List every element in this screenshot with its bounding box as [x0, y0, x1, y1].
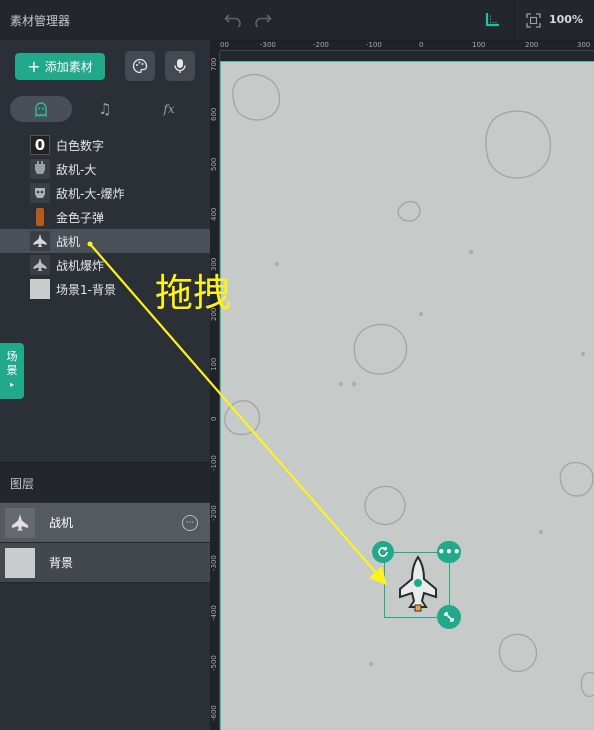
ruler-tick-label: -600 — [210, 705, 218, 721]
asset-item[interactable]: 0 白色数字 — [0, 133, 210, 157]
fit-screen-button[interactable] — [524, 10, 542, 30]
ghost-icon — [35, 101, 47, 117]
scene-tab-label-1: 场 — [6, 350, 18, 363]
palette-button[interactable] — [125, 51, 155, 81]
stage-area: 100% 00 -300 -200 -100 0 100 200 300 700 600 500 4… — [210, 0, 594, 730]
ruler-icon — [485, 13, 499, 27]
add-asset-label: 添加素材 — [44, 60, 93, 74]
ruler-tick-label: -400 — [210, 605, 218, 621]
vertical-ruler: 700 600 500 400 300 200 100 0 -100 -200 -300 -400 -5… — [210, 51, 220, 730]
background-thumbnail — [5, 547, 35, 578]
ruler-tick-label: 400 — [210, 207, 218, 221]
plane-thumbnail — [30, 231, 50, 251]
rotate-icon — [378, 547, 388, 557]
asset-label: 白色数字 — [56, 138, 105, 153]
layers-panel-header: 图层 — [0, 462, 210, 502]
asset-label: 敌机-大 — [56, 162, 97, 177]
ruler-tick-label: 100 — [472, 41, 486, 49]
ruler-corner — [210, 41, 220, 51]
tab-functions[interactable]: fx — [158, 96, 180, 122]
drag-annotation-label: 拖拽 — [155, 271, 232, 315]
toolbar-divider — [514, 0, 515, 41]
asset-label: 战机爆炸 — [56, 258, 105, 273]
digit-thumbnail: 0 — [30, 135, 50, 155]
ruler-tick-label: -300 — [260, 41, 276, 49]
asset-panel-title: 素材管理器 — [10, 14, 71, 28]
resize-icon — [444, 612, 454, 622]
ruler-tick-label: 0 — [419, 41, 424, 49]
asset-manager-panel: 素材管理器 + 添加素材 ♫ fx 0 白色数字 敌机-大 敌机-大-爆炸 金色… — [0, 0, 210, 730]
plus-icon: + — [27, 56, 41, 76]
tab-sounds[interactable]: ♫ — [92, 96, 118, 122]
asset-label: 金色子弹 — [56, 210, 105, 225]
ellipsis-icon: ••• — [437, 545, 461, 559]
ruler-tick-label: 300 — [577, 41, 591, 49]
asset-item[interactable]: 金色子弹 — [0, 205, 210, 229]
music-note-icon: ♫ — [98, 100, 112, 118]
undo-icon — [224, 14, 241, 27]
ruler-tick-label: 0 — [210, 416, 218, 421]
asset-type-tabs: ♫ fx — [0, 96, 210, 126]
enemy-thumbnail — [30, 159, 50, 179]
rotate-handle[interactable] — [372, 541, 394, 563]
bullet-thumbnail — [30, 207, 50, 227]
tab-costumes[interactable] — [10, 96, 72, 122]
ruler-tick-label: 700 — [210, 57, 218, 71]
layer-label: 背景 — [49, 556, 74, 570]
ruler-tick-label: -100 — [366, 41, 382, 49]
background-asteroids — [224, 73, 594, 698]
ruler-tick-label: 100 — [210, 357, 218, 371]
layer-item[interactable]: 背景 — [0, 543, 210, 583]
ruler-tick-label: -500 — [210, 655, 218, 671]
record-button[interactable] — [165, 51, 195, 81]
fx-icon: fx — [163, 102, 175, 116]
more-options-handle[interactable]: ••• — [437, 541, 461, 563]
ruler-tick-label: -100 — [210, 455, 218, 471]
ruler-tick-label: 500 — [210, 157, 218, 171]
redo-icon — [255, 14, 272, 27]
ruler-tick-label: 200 — [525, 41, 539, 49]
layer-item-selected[interactable]: 战机 ··· — [0, 503, 210, 543]
fighter-plane-sprite[interactable] — [393, 555, 443, 613]
redo-button[interactable] — [252, 10, 274, 30]
fit-screen-icon — [525, 12, 541, 28]
plane-thumbnail — [5, 507, 35, 538]
layer-label: 战机 — [49, 516, 74, 530]
asset-label: 战机 — [56, 234, 81, 249]
asset-panel-header: 素材管理器 — [0, 0, 210, 40]
stage-canvas[interactable]: ••• — [220, 61, 594, 730]
scene-tab-label-2: 景 — [6, 364, 18, 377]
asset-item[interactable]: 敌机-大-爆炸 — [0, 181, 210, 205]
ruler-tick-label: 600 — [210, 107, 218, 121]
scene-tab[interactable]: 场 景 ▸ — [0, 343, 24, 399]
more-options-icon[interactable]: ··· — [182, 515, 198, 531]
layers-panel-title: 图层 — [10, 477, 35, 491]
ruler-tick-label: 00 — [220, 41, 229, 49]
zoom-level[interactable]: 100% — [549, 13, 583, 26]
asset-label: 敌机-大-爆炸 — [56, 186, 125, 201]
asset-item-selected[interactable]: 战机 — [0, 229, 210, 253]
asset-item[interactable]: 敌机-大 — [0, 157, 210, 181]
horizontal-ruler: 00 -300 -200 -100 0 100 200 300 — [220, 41, 594, 51]
background-thumbnail — [30, 279, 50, 299]
palette-icon — [132, 58, 148, 74]
add-asset-button[interactable]: + 添加素材 — [15, 53, 105, 80]
microphone-icon — [174, 59, 186, 73]
enemy-explosion-thumbnail — [30, 183, 50, 203]
ruler-toggle-button[interactable] — [482, 10, 502, 30]
stage-toolbar: 100% — [210, 0, 594, 41]
caret-right-icon: ▸ — [9, 380, 14, 389]
layers-empty-area — [0, 584, 210, 730]
asset-label: 场景1-背景 — [56, 282, 116, 297]
ruler-tick-label: -200 — [313, 41, 329, 49]
undo-button[interactable] — [222, 10, 244, 30]
plane-explosion-thumbnail — [30, 255, 50, 275]
resize-handle[interactable] — [437, 605, 461, 629]
ruler-tick-label: -200 — [210, 505, 218, 521]
ruler-tick-label: -300 — [210, 555, 218, 571]
